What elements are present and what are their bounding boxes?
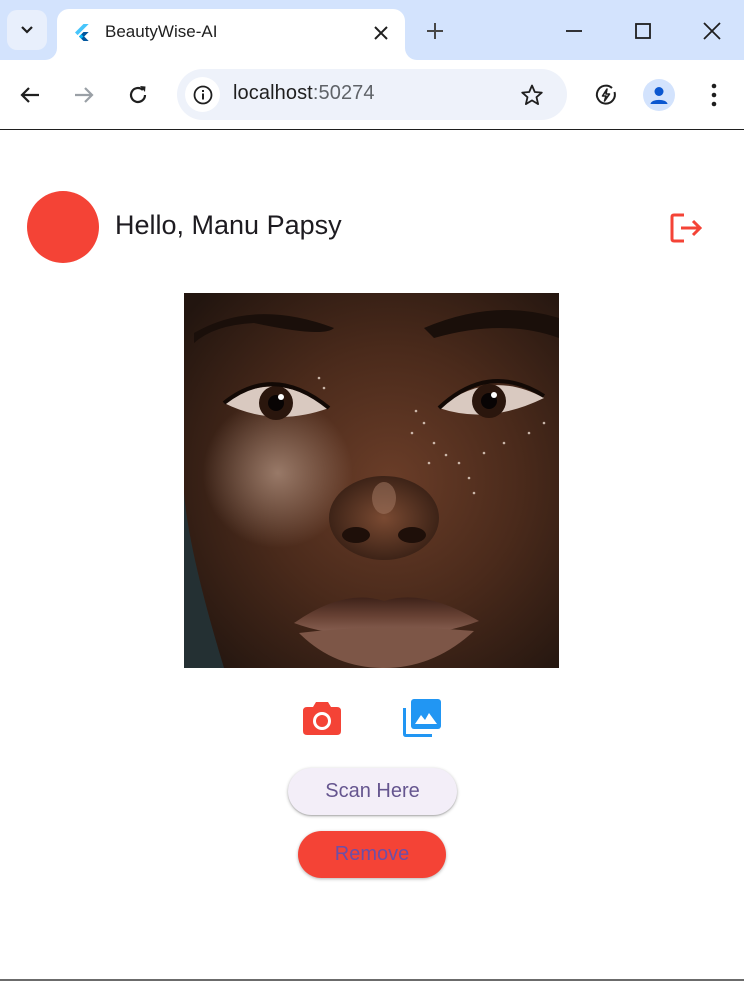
reload-button[interactable] bbox=[121, 78, 155, 112]
browser-toolbar: localhost:50274 bbox=[0, 60, 744, 130]
reload-icon bbox=[129, 86, 147, 104]
close-window-button[interactable] bbox=[695, 14, 729, 48]
person-icon bbox=[650, 87, 668, 104]
minimize-button[interactable] bbox=[557, 14, 591, 48]
close-icon bbox=[703, 22, 721, 40]
photo-library-icon bbox=[403, 699, 441, 737]
arrow-left-icon bbox=[20, 87, 39, 103]
address-bar[interactable]: localhost:50274 bbox=[177, 69, 567, 120]
logout-icon bbox=[670, 213, 703, 243]
chevron-down-icon bbox=[21, 26, 33, 34]
arrow-right-icon bbox=[75, 87, 94, 103]
tab-search-button[interactable] bbox=[7, 10, 47, 50]
close-icon bbox=[374, 26, 388, 40]
url-port: :50274 bbox=[312, 82, 375, 104]
bookmark-button[interactable] bbox=[517, 80, 547, 110]
logout-button[interactable] bbox=[667, 208, 707, 248]
browser-tabbar: BeautyWise-AI bbox=[0, 0, 744, 60]
url-text: localhost:50274 bbox=[233, 82, 375, 105]
scan-button[interactable]: Scan Here bbox=[288, 768, 457, 815]
site-info-button[interactable] bbox=[185, 77, 220, 112]
speed-leaf-icon bbox=[595, 84, 616, 105]
camera-button[interactable] bbox=[298, 694, 346, 742]
flutter-logo-icon bbox=[75, 24, 89, 41]
tab-close-button[interactable] bbox=[369, 21, 393, 45]
new-tab-button[interactable] bbox=[420, 16, 450, 46]
forward-button[interactable] bbox=[67, 78, 101, 112]
back-button[interactable] bbox=[13, 78, 47, 112]
browser-menu-button[interactable] bbox=[697, 78, 731, 112]
info-icon bbox=[193, 85, 212, 104]
maximize-button[interactable] bbox=[626, 14, 660, 48]
greeting-text: Hello, Manu Papsy bbox=[115, 210, 342, 240]
avatar bbox=[27, 191, 99, 263]
minimize-icon bbox=[566, 30, 582, 32]
url-host: localhost bbox=[233, 82, 313, 104]
maximize-icon bbox=[635, 23, 651, 39]
star-icon bbox=[521, 84, 543, 105]
camera-icon bbox=[303, 702, 341, 735]
profile-button[interactable] bbox=[643, 79, 675, 111]
browser-tab[interactable]: BeautyWise-AI bbox=[57, 9, 405, 60]
performance-button[interactable] bbox=[589, 78, 623, 112]
face-photo bbox=[184, 293, 559, 668]
tab-title: BeautyWise-AI bbox=[105, 22, 218, 41]
more-vert-icon bbox=[711, 83, 717, 107]
remove-button[interactable]: Remove bbox=[298, 831, 446, 878]
gallery-button[interactable] bbox=[398, 694, 446, 742]
plus-icon bbox=[427, 23, 443, 39]
